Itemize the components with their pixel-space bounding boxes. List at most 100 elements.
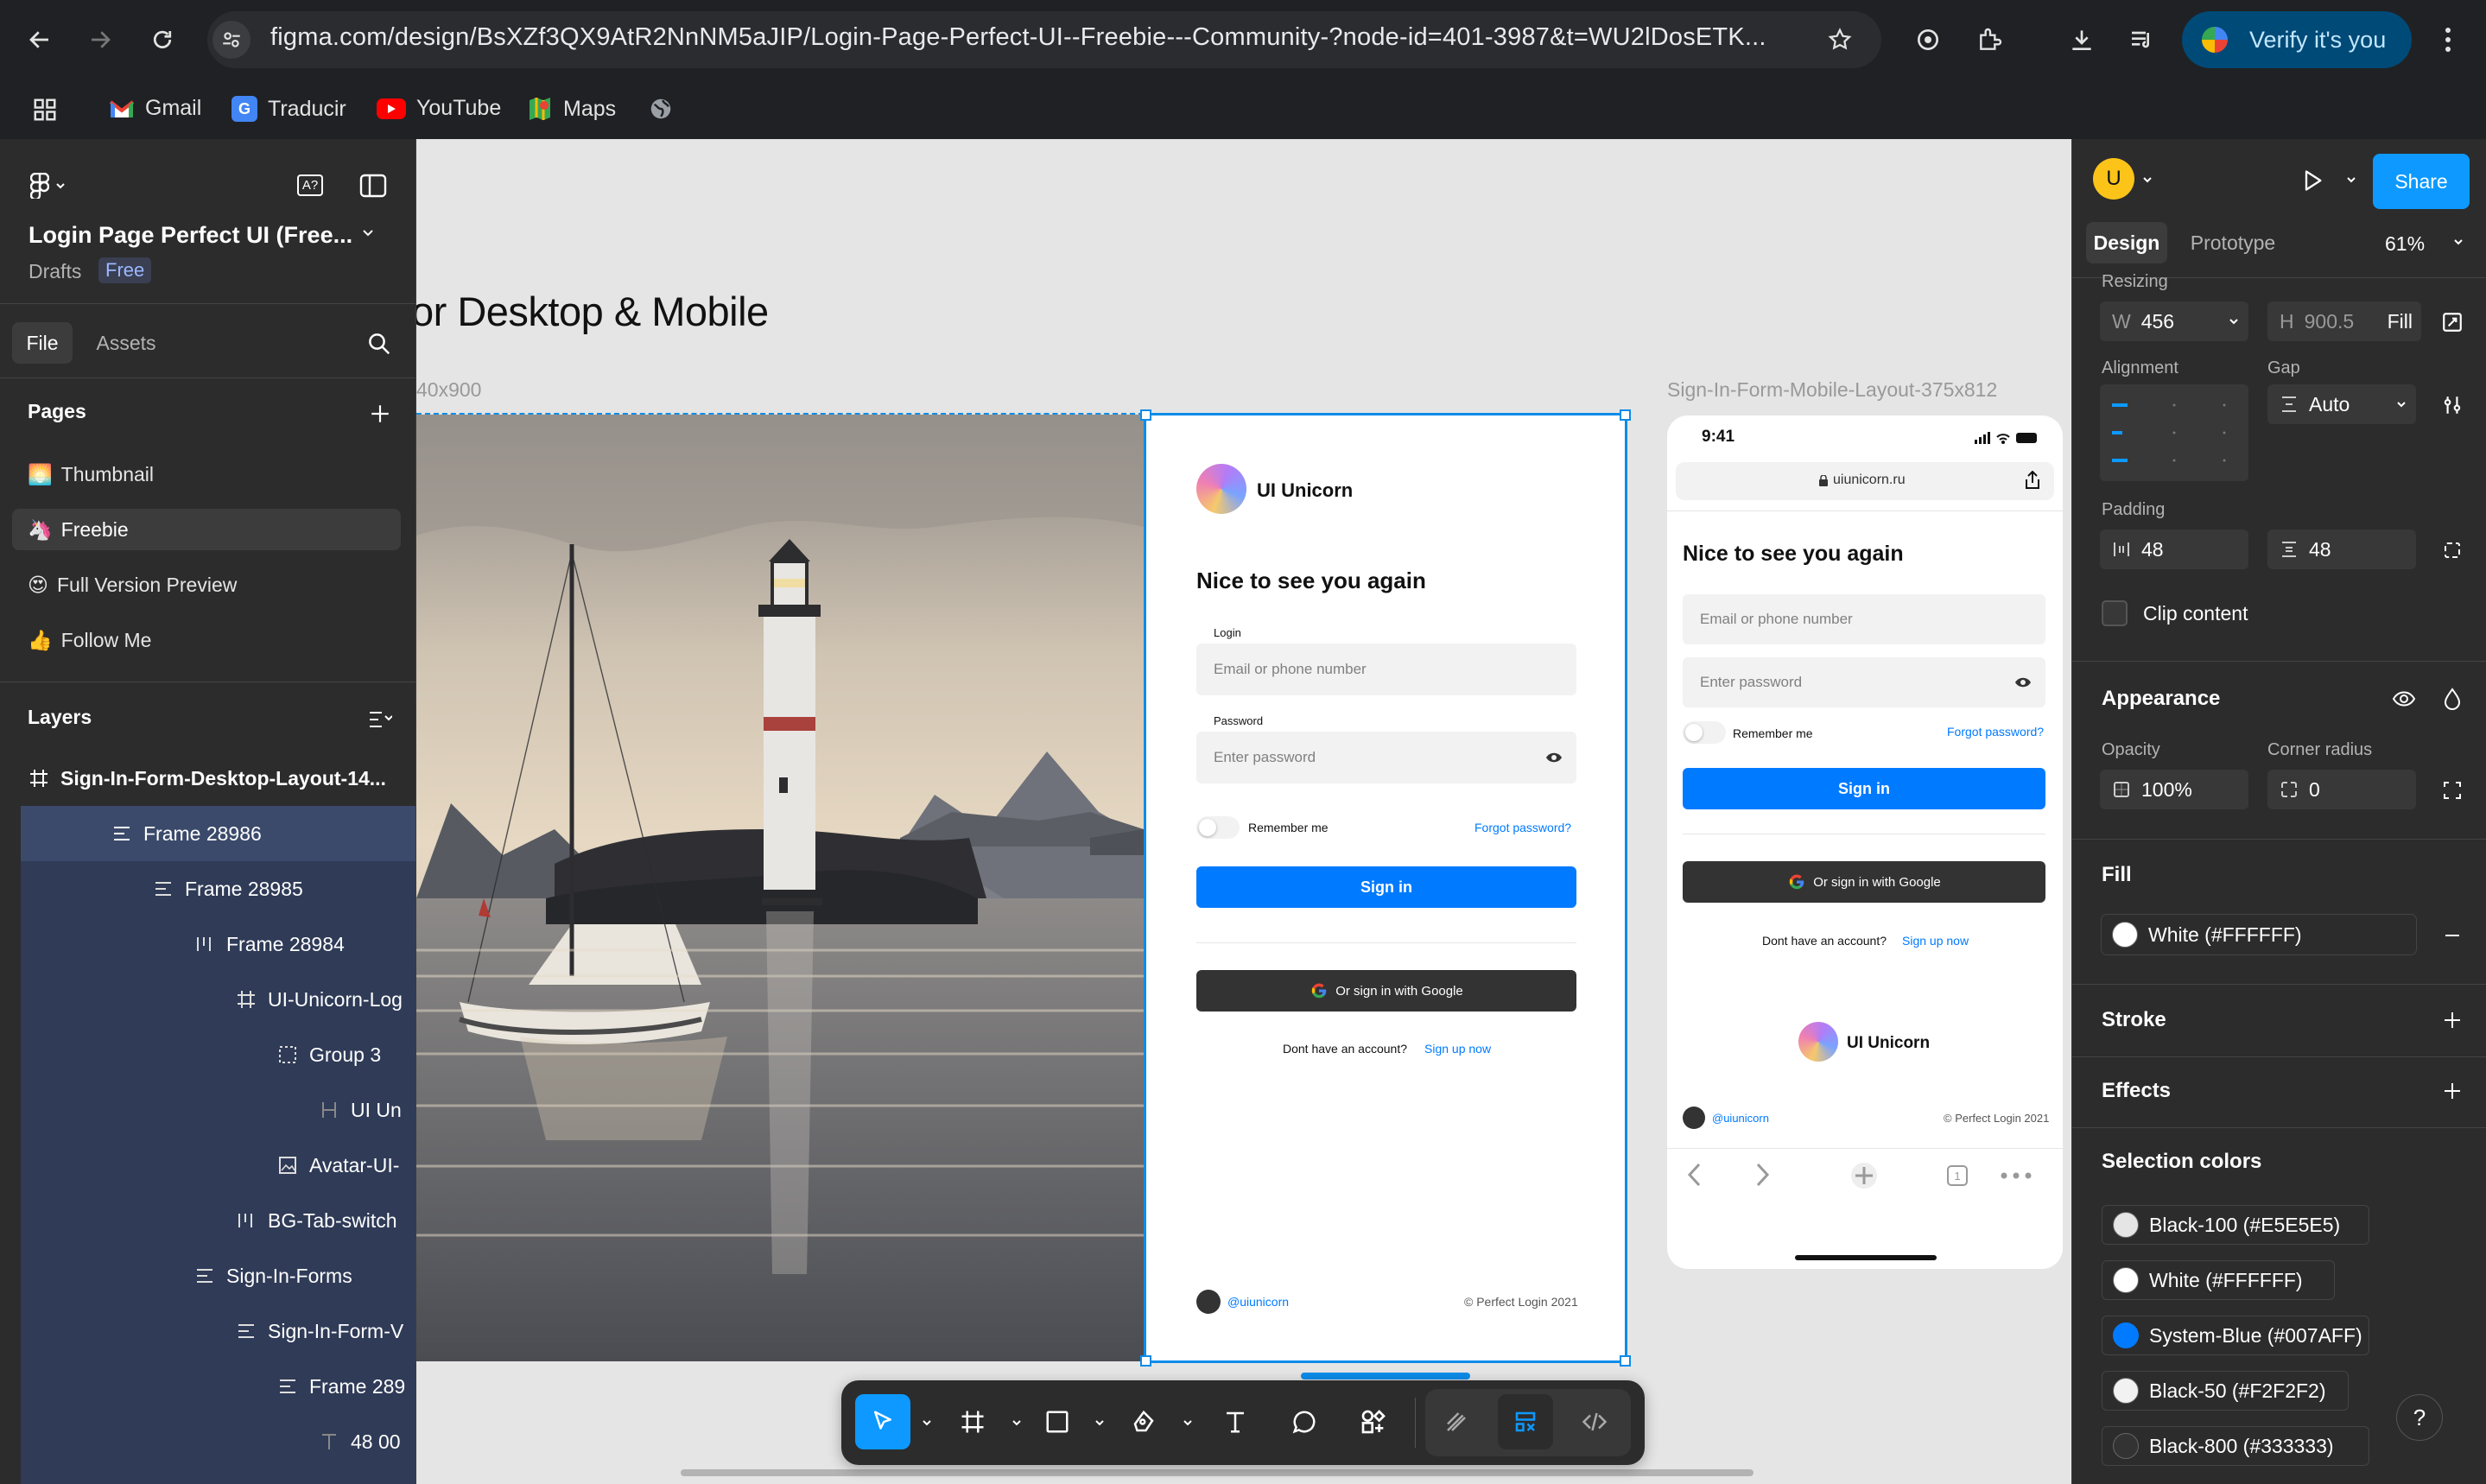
more-icon[interactable] (2001, 1172, 2032, 1179)
drafts-label[interactable]: Drafts (29, 260, 81, 283)
rectangle-tool-icon[interactable] (1030, 1394, 1085, 1449)
bookmark-gmail[interactable]: Gmail (109, 96, 201, 121)
bookmark-star-icon[interactable] (1819, 19, 1861, 60)
password-field[interactable]: Enter password (1196, 732, 1576, 783)
alignment-grid[interactable] (2100, 384, 2248, 481)
back-icon[interactable] (17, 17, 62, 62)
mobile-google-sign-in-button[interactable]: Or sign in with Google (1683, 861, 2045, 903)
text-tool-icon[interactable] (1208, 1394, 1263, 1449)
color-swatch[interactable] (2113, 1433, 2139, 1459)
canvas[interactable]: or Desktop & Mobile 40x900 Sign-In-Form-… (416, 139, 2071, 1484)
handle-link[interactable]: @uiunicorn (1712, 1112, 1769, 1125)
layer-frame-28986[interactable]: Frame 28986 (21, 806, 415, 861)
page-item-follow-me[interactable]: 👍 Follow Me (12, 619, 401, 661)
layer-avatar-ui[interactable]: Avatar-UI- (21, 1138, 415, 1193)
reload-icon[interactable] (140, 17, 185, 62)
tab-file[interactable]: File (12, 322, 73, 364)
layer-sign-in-forms[interactable]: Sign-In-Forms (21, 1248, 415, 1303)
sign-up-link[interactable]: Sign up now (1424, 1042, 1491, 1056)
layer-frame-289[interactable]: Frame 289 (21, 1359, 415, 1414)
page-item-freebie[interactable]: 🦄 Freebie (12, 509, 401, 550)
share-button[interactable]: Share (2373, 154, 2470, 209)
desktop-login-form[interactable]: UI Unicorn Nice to see you again Login E… (1140, 409, 1631, 1367)
user-avatar[interactable]: U (2093, 158, 2134, 200)
apps-grid-icon[interactable] (28, 94, 62, 125)
site-settings-icon[interactable] (212, 21, 251, 59)
remember-toggle[interactable] (1196, 816, 1240, 839)
google-sign-in-button[interactable]: Or sign in with Google (1196, 970, 1576, 1012)
remember-toggle[interactable] (1683, 721, 1726, 744)
design-mode-icon[interactable] (1498, 1394, 1553, 1449)
layer-ui-unicorn-logo[interactable]: UI-Unicorn-Log (21, 972, 415, 1027)
color-swatch[interactable] (2113, 1212, 2139, 1238)
tab-assets[interactable]: Assets (83, 322, 169, 364)
mobile-password-field[interactable]: Enter password (1683, 657, 2045, 707)
mobile-login-form[interactable]: 9:41 uiunicorn.ru Nice to see you again … (1667, 415, 2063, 1269)
layer-text-48[interactable]: 48 00 (21, 1414, 415, 1469)
selection-color-item[interactable]: Black-800 (#333333) (2102, 1426, 2369, 1466)
layer-bg-tab-switch[interactable]: BG-Tab-switch (21, 1193, 415, 1248)
desktop-frame-label[interactable]: 40x900 (416, 378, 481, 402)
tab-prototype[interactable]: Prototype (2179, 222, 2286, 263)
chevron-down-icon[interactable] (1182, 1417, 1194, 1429)
forward-icon[interactable] (78, 17, 123, 62)
clip-content-checkbox[interactable] (2102, 600, 2128, 626)
extension-icon[interactable] (1907, 19, 1949, 60)
globe-icon[interactable] (646, 94, 675, 124)
mobile-frame-label[interactable]: Sign-In-Form-Mobile-Layout-375x812 (1667, 378, 1997, 402)
chevron-down-icon[interactable] (2452, 236, 2464, 248)
color-swatch[interactable] (2113, 1322, 2139, 1348)
frame-tool-icon[interactable] (945, 1394, 1000, 1449)
page-item-thumbnail[interactable]: 🌅 Thumbnail (12, 453, 401, 495)
remove-fill-icon[interactable] (2435, 918, 2470, 953)
add-page-icon[interactable] (363, 396, 397, 431)
bookmark-traducir[interactable]: G Traducir (231, 96, 346, 122)
resize-handle[interactable] (1620, 409, 1631, 421)
search-icon[interactable] (361, 326, 397, 362)
layer-sign-in-form-v[interactable]: Sign-In-Form-V (21, 1303, 415, 1359)
blend-mode-icon[interactable] (2435, 682, 2470, 716)
chrome-menu-icon[interactable] (2431, 19, 2465, 60)
draw-mode-icon[interactable] (1429, 1394, 1484, 1449)
resize-handle[interactable] (1140, 409, 1151, 421)
layer-frame-28985[interactable]: Frame 28985 (21, 861, 415, 916)
constraints-icon[interactable] (2435, 305, 2470, 339)
fill-swatch[interactable] (2112, 922, 2138, 948)
zoom-level[interactable]: 61% (2385, 232, 2425, 256)
visibility-eye-icon[interactable] (2387, 682, 2421, 716)
pen-tool-icon[interactable] (1116, 1394, 1171, 1449)
file-title[interactable]: Login Page Perfect UI (Free... (29, 222, 352, 249)
back-nav-icon[interactable] (1686, 1162, 1703, 1188)
layout-settings-icon[interactable] (2435, 388, 2470, 422)
url-text[interactable]: figma.com/design/BsXZf3QX9AtR2NnNM5aJIP/… (270, 23, 1766, 52)
layer-root-frame[interactable]: Sign-In-Form-Desktop-Layout-14... (0, 751, 396, 806)
eye-icon[interactable] (1545, 751, 1563, 764)
opacity-field[interactable]: 100% (2100, 770, 2248, 809)
independent-corners-icon[interactable] (2435, 773, 2470, 808)
figma-menu-icon[interactable] (24, 167, 73, 205)
selection-color-item[interactable]: System-Blue (#007AFF) (2102, 1316, 2369, 1355)
forgot-password-link[interactable]: Forgot password? (1474, 821, 1571, 834)
bookmark-maps[interactable]: Maps (527, 96, 616, 122)
sign-up-link[interactable]: Sign up now (1902, 934, 1969, 948)
present-icon[interactable] (2293, 162, 2331, 200)
tab-design[interactable]: Design (2086, 222, 2167, 263)
chevron-down-icon[interactable] (361, 225, 375, 239)
sidebar-toggle-icon[interactable] (354, 168, 392, 203)
height-field[interactable]: H 900.5 Fill (2267, 301, 2421, 341)
sign-in-button[interactable]: Sign in (1196, 866, 1576, 908)
handle-link[interactable]: @uiunicorn (1227, 1295, 1289, 1309)
chevron-down-icon[interactable] (1094, 1417, 1106, 1429)
width-field[interactable]: W 456 (2100, 301, 2248, 341)
color-swatch[interactable] (2113, 1267, 2139, 1293)
help-button[interactable]: ? (2396, 1394, 2443, 1441)
mobile-sign-in-button[interactable]: Sign in (1683, 768, 2045, 809)
share-ios-icon[interactable] (2023, 471, 2042, 490)
ai-icon[interactable]: A? (294, 168, 327, 201)
selection-color-item[interactable]: White (#FFFFFF) (2102, 1260, 2335, 1300)
padding-vertical-field[interactable]: 48 (2267, 530, 2416, 569)
collapse-layers-icon[interactable] (363, 702, 397, 737)
forgot-password-link[interactable]: Forgot password? (1947, 725, 2044, 739)
selection-color-item[interactable]: Black-50 (#F2F2F2) (2102, 1371, 2349, 1411)
media-control-icon[interactable] (2121, 19, 2163, 60)
